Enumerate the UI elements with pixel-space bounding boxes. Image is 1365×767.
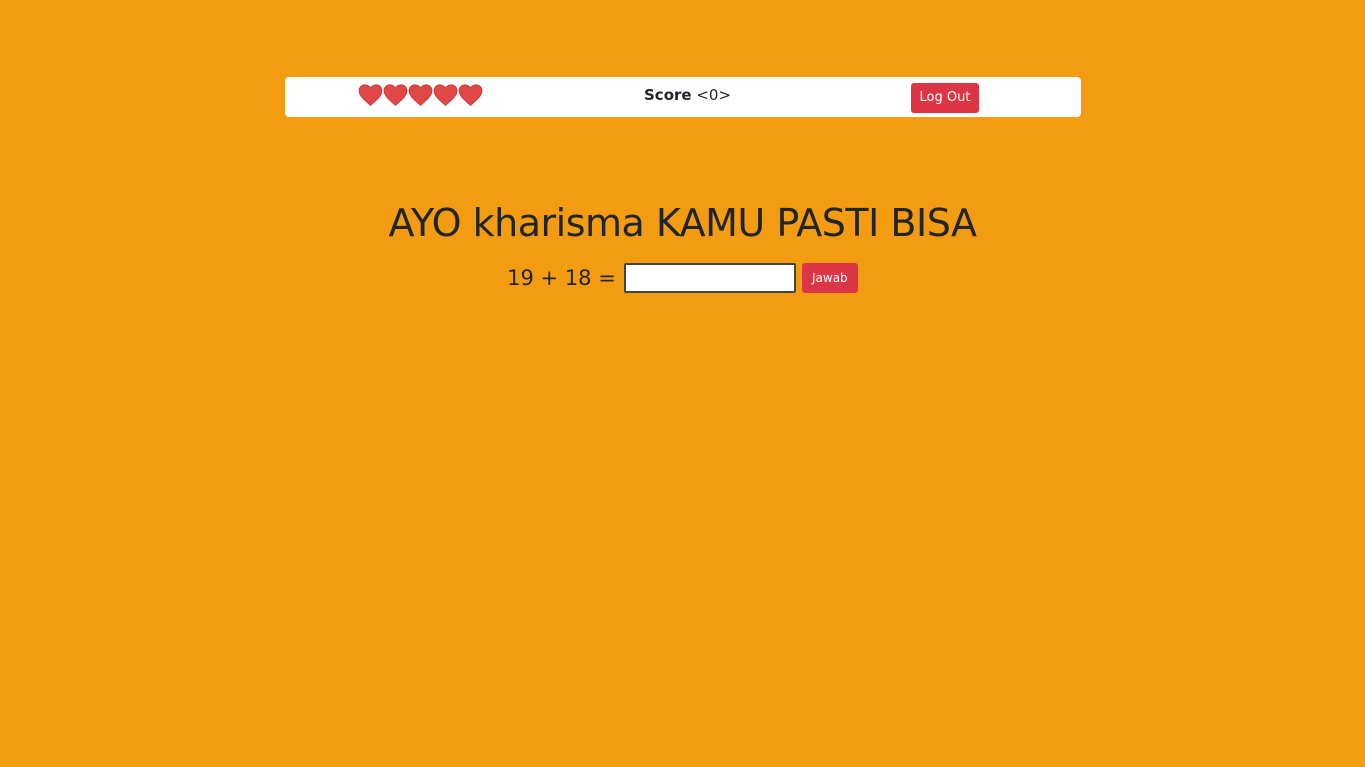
- heart-icon: [408, 83, 433, 107]
- heart-icon: [458, 83, 483, 107]
- score-label: Score: [644, 86, 692, 104]
- heart-icon: [383, 83, 408, 107]
- heart-icon: [358, 83, 383, 107]
- page-title: AYO kharisma KAMU PASTI BISA: [388, 201, 977, 245]
- heart-icon: [433, 83, 458, 107]
- score-value: <0>: [696, 86, 732, 104]
- score-display: Score <0>: [644, 85, 731, 105]
- submit-answer-button[interactable]: Jawab: [801, 263, 858, 293]
- question-row: 19 + 18 = Jawab: [0, 263, 1365, 293]
- logout-button[interactable]: Log Out: [911, 83, 979, 113]
- answer-input[interactable]: [623, 263, 796, 293]
- lives-indicator: [358, 83, 483, 107]
- math-question: 19 + 18 =: [507, 266, 616, 290]
